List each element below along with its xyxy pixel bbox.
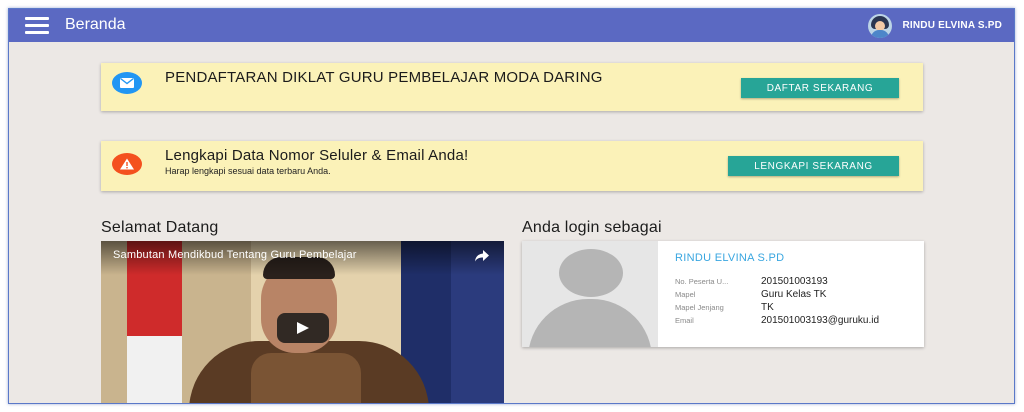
mail-icon — [112, 72, 142, 94]
app-frame: Beranda RINDU ELVINA S.PD PENDAFTARAN DI… — [8, 8, 1015, 404]
complete-data-banner: Lengkapi Data Nomor Seluler & Email Anda… — [101, 141, 923, 191]
info-label: Mapel — [675, 290, 696, 299]
banner-title: Lengkapi Data Nomor Seluler & Email Anda… — [165, 147, 469, 164]
login-heading: Anda login sebagai — [522, 219, 662, 236]
user-name: RINDU ELVINA S.PD — [902, 20, 1002, 31]
menu-icon[interactable] — [25, 17, 49, 34]
info-value: 201501003193@guruku.id — [761, 315, 880, 326]
welcome-video[interactable]: Sambutan Mendikbud Tentang Guru Pembelaj… — [101, 241, 504, 403]
login-card: RINDU ELVINA S.PD No. Peserta U... 20150… — [522, 241, 924, 347]
play-button[interactable] — [277, 313, 329, 343]
lengkapi-sekarang-button[interactable]: LENGKAPI SEKARANG — [728, 156, 899, 176]
info-value: 201501003193 — [761, 276, 828, 287]
daftar-sekarang-button[interactable]: DAFTAR SEKARANG — [741, 78, 899, 98]
banner-title: PENDAFTARAN DIKLAT GURU PEMBELAJAR MODA … — [165, 69, 603, 86]
info-label: No. Peserta U... — [675, 277, 729, 286]
profile-avatar-icon — [522, 241, 658, 347]
flag-white — [127, 336, 182, 403]
user-menu[interactable]: RINDU ELVINA S.PD — [868, 13, 1002, 38]
login-user-name: RINDU ELVINA S.PD — [675, 252, 785, 264]
page-title: Beranda — [65, 16, 126, 33]
banner-subtitle: Harap lengkapi sesuai data terbaru Anda. — [165, 166, 331, 176]
video-title[interactable]: Sambutan Mendikbud Tentang Guru Pembelaj… — [113, 249, 357, 261]
play-icon — [297, 322, 309, 334]
welcome-heading: Selamat Datang — [101, 219, 219, 236]
app-bar: Beranda RINDU ELVINA S.PD — [9, 9, 1014, 42]
user-avatar-icon — [868, 13, 893, 38]
diklat-registration-banner: PENDAFTARAN DIKLAT GURU PEMBELAJAR MODA … — [101, 63, 923, 111]
info-label: Email — [675, 316, 694, 325]
info-value: Guru Kelas TK — [761, 289, 827, 300]
share-icon[interactable] — [474, 249, 490, 268]
info-label: Mapel Jenjang — [675, 303, 724, 312]
info-value: TK — [761, 302, 774, 313]
warning-icon — [112, 153, 142, 175]
